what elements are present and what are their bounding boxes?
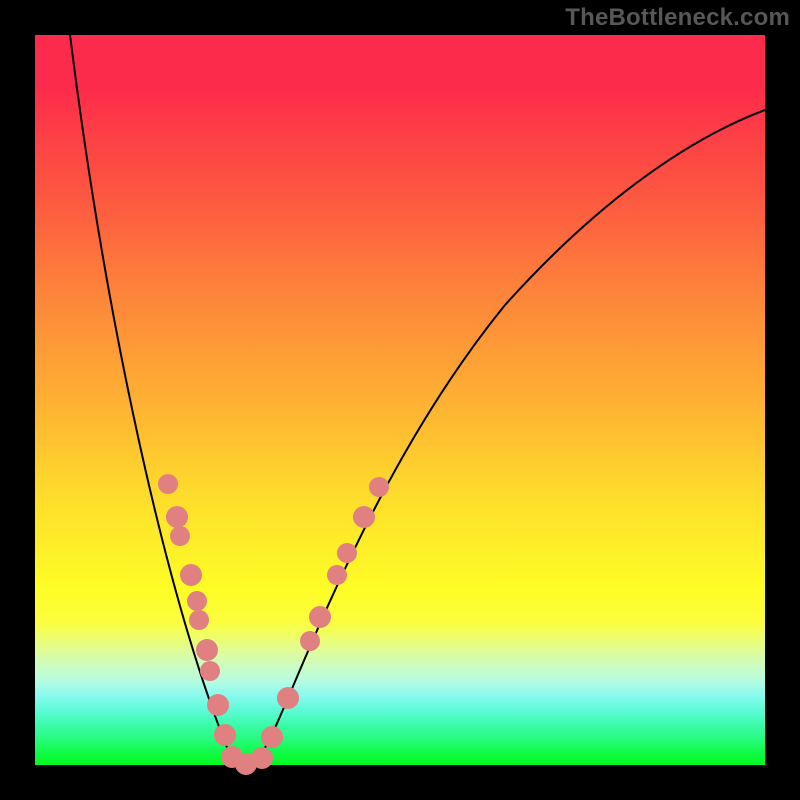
curve-marker: [170, 526, 190, 546]
curve-marker: [158, 474, 178, 494]
curve-marker: [200, 661, 220, 681]
curve-markers: [158, 474, 389, 775]
curve-marker: [353, 506, 375, 528]
curve-marker: [327, 565, 347, 585]
curve-marker: [261, 726, 283, 748]
chart-svg: [35, 35, 765, 765]
curve-marker: [196, 639, 218, 661]
plot-area: [35, 35, 765, 765]
curve-marker: [337, 543, 357, 563]
curve-marker: [187, 591, 207, 611]
curve-marker: [251, 747, 273, 769]
chart-frame: TheBottleneck.com: [0, 0, 800, 800]
curve-marker: [309, 606, 331, 628]
bottleneck-curve: [70, 35, 765, 764]
watermark-text: TheBottleneck.com: [565, 4, 790, 32]
curve-marker: [214, 724, 236, 746]
curve-marker: [300, 631, 320, 651]
curve-marker: [369, 477, 389, 497]
curve-marker: [166, 506, 188, 528]
curve-marker: [207, 694, 229, 716]
curve-marker: [277, 687, 299, 709]
curve-marker: [180, 564, 202, 586]
curve-marker: [189, 610, 209, 630]
